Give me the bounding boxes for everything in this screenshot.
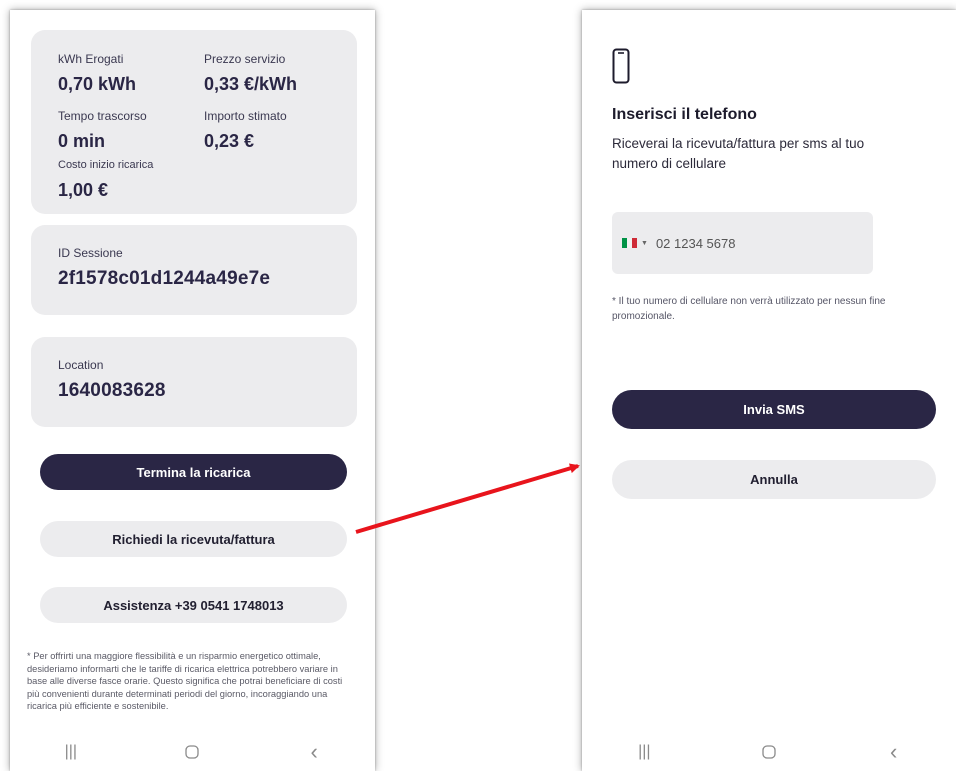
chevron-down-icon[interactable]: ▼ — [641, 240, 648, 247]
start-cost-label: Costo inizio ricarica — [58, 159, 154, 171]
amount-label: Importo stimato — [204, 109, 287, 123]
charging-session-screen: kWh Erogati 0,70 kWh Prezzo servizio 0,3… — [10, 10, 375, 771]
kwh-value: 0,70 kWh — [58, 74, 137, 94]
phone-entry-screen: Inserisci il telefono Riceverai la ricev… — [582, 10, 956, 771]
kwh-label: kWh Erogati — [58, 52, 124, 66]
tariff-note: * Per offrirti una maggiore flessibilità… — [27, 651, 343, 712]
price-value: 0,33 €/kWh — [204, 74, 298, 94]
time-label: Tempo trascorso — [58, 109, 147, 123]
session-id-value: 2f1578c01d1244a49e7e — [58, 268, 271, 289]
price-label: Prezzo servizio — [204, 52, 286, 66]
back-icon[interactable]: ‹ — [874, 739, 914, 764]
request-receipt-button[interactable]: Richiedi la ricevuta/fattura — [40, 521, 347, 557]
smartphone-icon — [612, 48, 630, 89]
location-card: Location 1640083628 — [31, 337, 357, 427]
recents-icon[interactable]: ||| — [51, 740, 91, 764]
back-icon[interactable]: ‹ — [294, 739, 334, 764]
session-id-label: ID Sessione — [58, 246, 123, 260]
system-navigation-bar: ||| ‹ — [582, 733, 956, 771]
cancel-button[interactable]: Annulla — [612, 460, 936, 499]
privacy-note: * Il tuo numero di cellulare non verrà u… — [612, 296, 886, 322]
location-label: Location — [58, 358, 104, 372]
home-icon[interactable] — [749, 740, 789, 764]
home-icon[interactable] — [172, 740, 212, 764]
amount-value: 0,23 € — [204, 131, 255, 151]
system-navigation-bar: ||| ‹ — [10, 733, 375, 771]
location-value: 1640083628 — [58, 380, 166, 401]
start-cost-value: 1,00 € — [58, 180, 109, 200]
recents-icon[interactable]: ||| — [624, 740, 664, 764]
send-sms-button[interactable]: Invia SMS — [612, 390, 936, 429]
stop-charge-button[interactable]: Termina la ricarica — [40, 454, 347, 490]
session-id-card: ID Sessione 2f1578c01d1244a49e7e — [31, 225, 357, 315]
italy-flag-icon[interactable] — [622, 238, 637, 248]
phone-dialog-title: Inserisci il telefono — [612, 106, 757, 123]
time-value: 0 min — [58, 131, 106, 151]
phone-dialog-description: Riceverai la ricevuta/fattura per sms al… — [612, 136, 865, 171]
phone-number-field[interactable]: ▼ — [612, 212, 873, 274]
charging-stats-card: kWh Erogati 0,70 kWh Prezzo servizio 0,3… — [31, 30, 357, 214]
assistance-button[interactable]: Assistenza +39 0541 1748013 — [40, 587, 347, 623]
phone-number-input[interactable] — [653, 234, 848, 252]
